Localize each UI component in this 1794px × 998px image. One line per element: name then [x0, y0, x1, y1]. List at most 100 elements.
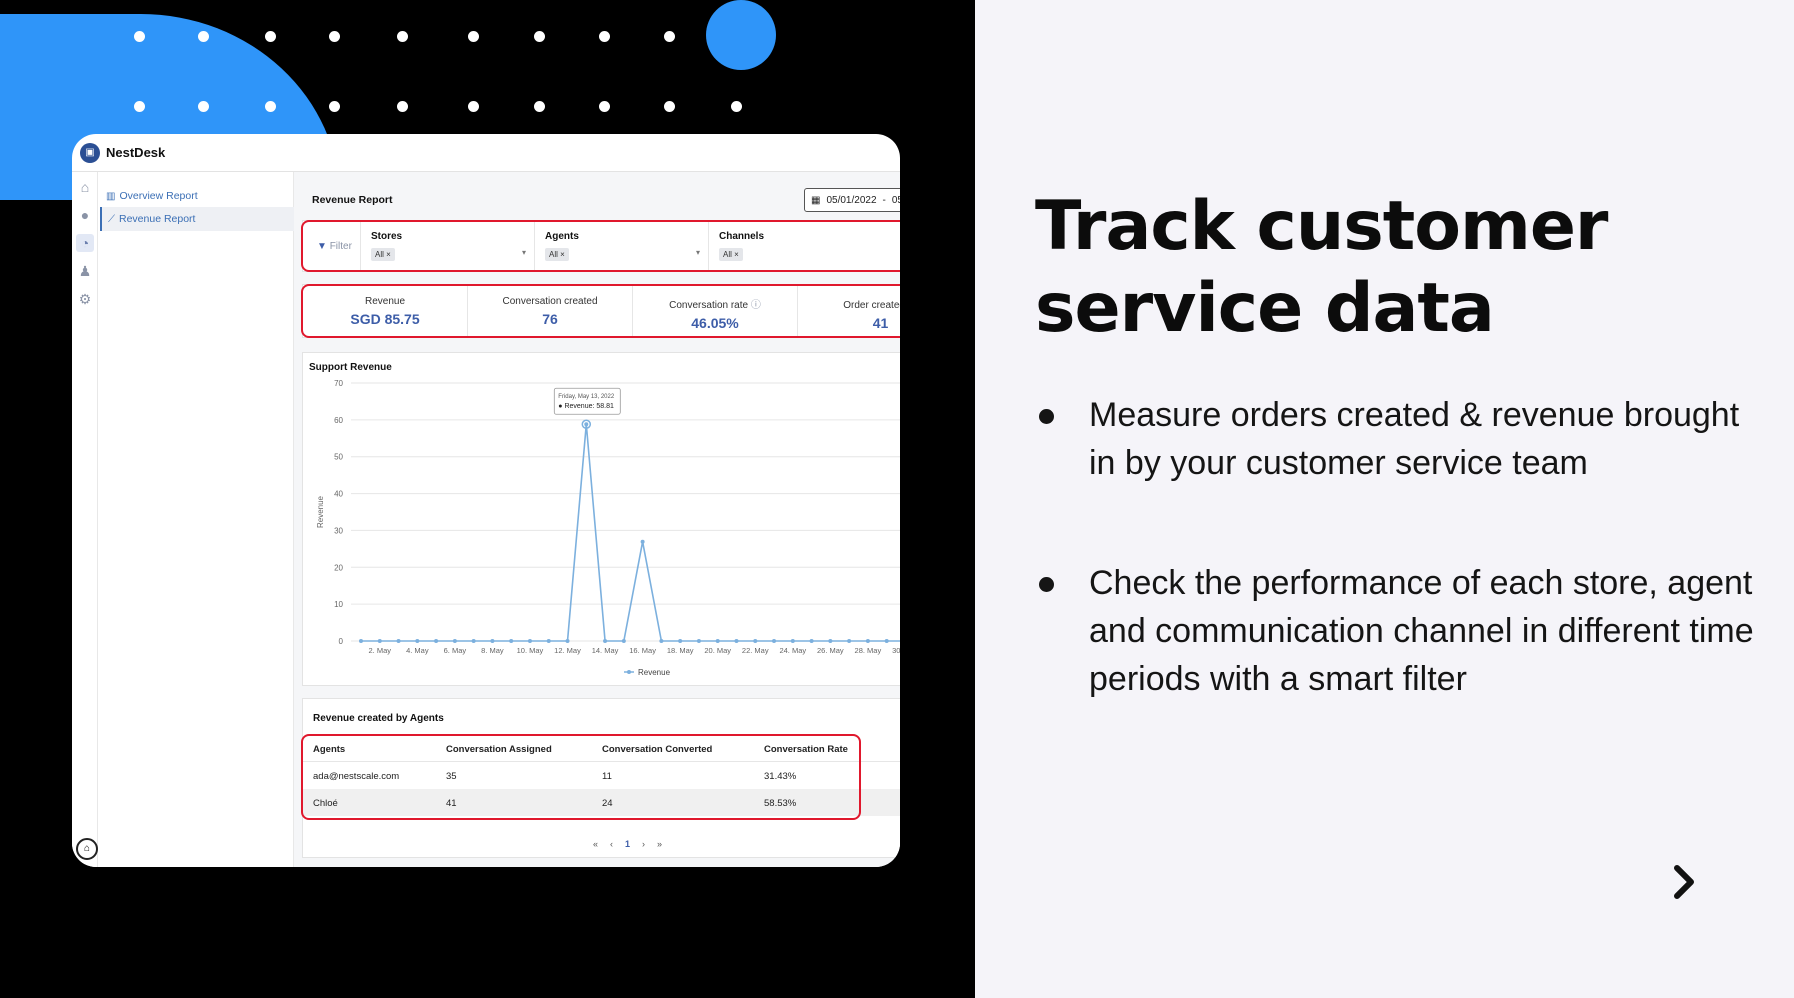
y-tick-label: 70: [334, 379, 343, 388]
headline-line-1: Track customer: [1035, 187, 1608, 266]
data-point: [377, 639, 382, 643]
data-point: [734, 639, 739, 643]
data-point: [678, 639, 683, 643]
decorative-dot: [397, 101, 408, 112]
app-header: ▣ NestDesk: [72, 134, 900, 172]
bullet-item: Check the performance of each store, age…: [1035, 559, 1755, 703]
data-point: [490, 639, 495, 643]
nav-item-overview-report[interactable]: ▥ Overview Report: [100, 184, 294, 208]
decorative-dot: [534, 101, 545, 112]
data-point: [790, 639, 795, 643]
pagination: « ‹ 1 › »: [593, 839, 662, 849]
bar-chart-icon: ▥: [106, 190, 116, 202]
x-tick-label: 12. May: [554, 646, 581, 655]
decorative-dot: [664, 101, 675, 112]
data-point: [452, 639, 457, 643]
decorative-dot: [265, 31, 276, 42]
users-icon[interactable]: ♟: [76, 262, 94, 280]
brand-badge-icon: ⌂: [76, 838, 98, 860]
right-text-panel: Track customer service data Measure orde…: [975, 0, 1794, 998]
data-point: [772, 639, 777, 643]
data-point: [546, 639, 551, 643]
date-separator: -: [882, 194, 886, 206]
prev-page-button[interactable]: ‹: [610, 839, 613, 849]
table-title: Revenue created by Agents: [313, 713, 444, 724]
data-point: [434, 639, 439, 643]
y-tick-label: 10: [334, 600, 343, 609]
data-point: [659, 639, 664, 643]
nestdesk-logo-icon: ▣: [80, 142, 100, 163]
data-point: [884, 639, 889, 643]
decorative-dot: [265, 101, 276, 112]
x-tick-label: 16. May: [629, 646, 656, 655]
app-screenshot: ▣ NestDesk ⌂ ● ◔ ♟ ⚙ ▥ Overview Report ⟋…: [72, 134, 900, 867]
x-tick-label: 18. May: [667, 646, 694, 655]
decorative-dot: [468, 31, 479, 42]
headline: Track customer service data: [1035, 186, 1735, 350]
bullet-item: Measure orders created & revenue brought…: [1035, 391, 1755, 487]
y-tick-label: 50: [334, 453, 343, 462]
chat-icon[interactable]: ●: [76, 206, 94, 224]
nav-item-label: Overview Report: [119, 190, 198, 202]
data-point: [809, 639, 814, 643]
decorative-dot: [664, 31, 675, 42]
gear-icon[interactable]: ⚙: [76, 290, 94, 308]
x-tick-label: 28. May: [855, 646, 882, 655]
x-tick-label: 30. May: [892, 646, 900, 655]
decorative-dot: [198, 31, 209, 42]
y-tick-label: 40: [334, 490, 343, 499]
highlight-table: [301, 734, 861, 820]
decorative-dot: [134, 101, 145, 112]
highlight-kpis: [301, 284, 900, 338]
data-point: [640, 539, 645, 544]
data-point: [359, 639, 363, 643]
data-point: [847, 639, 852, 643]
calendar-icon: ▦: [811, 194, 821, 206]
data-point: [696, 639, 701, 643]
page-number-button[interactable]: 1: [625, 839, 630, 849]
decorative-dot: [198, 101, 209, 112]
icon-sidebar: ⌂ ● ◔ ♟ ⚙: [72, 172, 98, 867]
tooltip-value: ● Revenue: 58.81: [558, 403, 614, 410]
page-title: Revenue Report: [312, 194, 393, 206]
data-point: [415, 639, 420, 643]
headline-line-2: service data: [1035, 269, 1495, 348]
first-page-button[interactable]: «: [593, 839, 598, 849]
x-tick-label: 6. May: [444, 646, 467, 655]
data-point: [396, 639, 401, 643]
decorative-dot: [329, 31, 340, 42]
bullet-text: Measure orders created & revenue brought…: [1089, 396, 1740, 482]
nav-item-label: Revenue Report: [119, 213, 196, 225]
bullet-dot-icon: [1039, 577, 1054, 592]
x-tick-label: 20. May: [704, 646, 731, 655]
data-point: [715, 639, 720, 643]
data-point: [527, 639, 532, 643]
chevron-right-icon[interactable]: [1665, 862, 1705, 902]
data-point: [865, 639, 870, 643]
last-page-button[interactable]: »: [657, 839, 662, 849]
highlight-filter: [301, 220, 900, 272]
decorative-dot: [329, 101, 340, 112]
decorative-dot: [397, 31, 408, 42]
next-page-button[interactable]: ›: [642, 839, 645, 849]
data-point: [565, 639, 570, 643]
home-icon[interactable]: ⌂: [76, 178, 94, 196]
legend-label: Revenue: [638, 668, 671, 677]
data-point: [621, 639, 626, 643]
nav-item-revenue-report[interactable]: ⟋ Revenue Report: [100, 207, 294, 231]
date-range-picker[interactable]: ▦ 05/01/2022 - 05/31/2022: [804, 188, 900, 212]
date-end: 05/31/2022: [891, 194, 900, 206]
x-tick-label: 14. May: [592, 646, 619, 655]
line-chart-icon: ⟋: [108, 213, 115, 225]
report-pie-icon[interactable]: ◔: [76, 234, 94, 252]
left-visual-panel: ▣ NestDesk ⌂ ● ◔ ♟ ⚙ ▥ Overview Report ⟋…: [0, 0, 975, 998]
main-content: Revenue Report ▦ 05/01/2022 - 05/31/2022…: [294, 172, 900, 867]
y-tick-label: 30: [334, 526, 343, 535]
decorative-dot: [468, 101, 479, 112]
bullet-text: Check the performance of each store, age…: [1089, 564, 1754, 698]
date-start: 05/01/2022: [826, 194, 877, 206]
x-tick-label: 2. May: [369, 646, 392, 655]
support-revenue-chart-panel: Support Revenue 0 10 20 30 40 50 60 70 Revenue 2.…: [302, 352, 900, 686]
y-tick-label: 0: [339, 637, 344, 646]
y-tick-label: 20: [334, 563, 343, 572]
